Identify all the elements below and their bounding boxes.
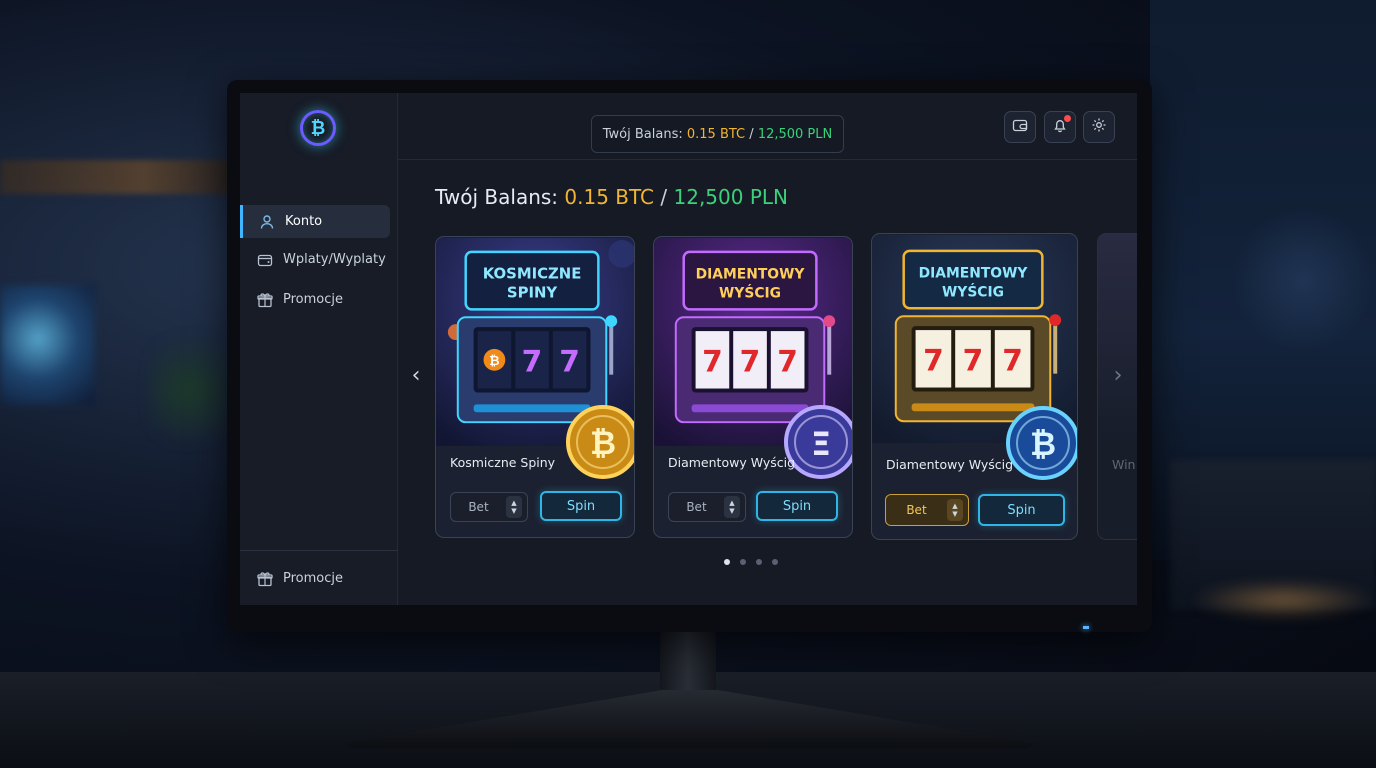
- balance-btc: 0.15 BTC: [686, 126, 746, 142]
- chevron-up-icon: ▲: [511, 499, 517, 507]
- spin-button[interactable]: Spin: [540, 491, 622, 521]
- svg-text:₿: ₿: [590, 424, 616, 462]
- gift-icon: [257, 292, 273, 308]
- sidebar-item-konto[interactable]: Konto: [240, 205, 390, 238]
- background-shelf: [0, 160, 240, 194]
- spin-label: Spin: [1007, 502, 1036, 518]
- banner-line1: KOSMICZNE: [483, 265, 582, 283]
- balance-separator: /: [749, 126, 754, 142]
- heading-pln: 12,500 PLN: [673, 185, 789, 209]
- chevron-down-icon: ▼: [511, 507, 517, 515]
- game-title: Kosmiczne Spiny: [450, 455, 556, 470]
- bet-label: Bet: [906, 503, 927, 517]
- game-card-diamentowy-wyscig-gold[interactable]: DIAMENTOWY WYŚCIG 7 7 7 ₿ Diamentowy Wyś…: [871, 233, 1078, 540]
- carousel-dot[interactable]: [772, 559, 778, 565]
- game-title: Diamentowy Wyścig: [886, 457, 1014, 472]
- banner-line2: SPINY: [507, 283, 558, 301]
- svg-text:7: 7: [777, 345, 798, 380]
- svg-text:7: 7: [963, 344, 984, 379]
- bitcoin-logo-icon[interactable]: ₿: [300, 110, 336, 146]
- chevron-down-icon: ▼: [952, 510, 958, 518]
- bitcoin-coin-icon: ₿: [566, 405, 634, 479]
- sidebar-item-label: Konto: [285, 214, 323, 229]
- bet-label: Bet: [468, 500, 489, 514]
- svg-text:7: 7: [1002, 344, 1023, 379]
- carousel-pagination: [724, 559, 778, 565]
- background-city-lights: [1230, 210, 1376, 350]
- banner-line2: WYŚCIG: [719, 283, 781, 301]
- heading-label: Twój Balans:: [435, 185, 559, 209]
- carousel-prev-button[interactable]: ‹: [408, 362, 424, 388]
- balance-label: Twój Balans:: [602, 126, 683, 142]
- banner-line1: DIAMENTOWY: [696, 267, 806, 283]
- bet-input[interactable]: Bet ▲ ▼: [885, 494, 969, 526]
- slot-machine-art-partial: [1098, 234, 1137, 444]
- chevron-up-icon: ▲: [729, 499, 735, 507]
- bet-stepper[interactable]: ▲ ▼: [947, 499, 963, 521]
- background-lamp-glow: [1190, 580, 1376, 620]
- chevron-up-icon: ▲: [952, 502, 958, 510]
- bet-stepper[interactable]: ▲ ▼: [506, 496, 522, 518]
- sidebar-item-promocje[interactable]: Promocje: [240, 283, 390, 316]
- svg-text:₿: ₿: [489, 354, 499, 369]
- carousel-dot[interactable]: [740, 559, 746, 565]
- bitcoin-coin-icon: ₿: [1006, 406, 1077, 480]
- sidebar-divider: [240, 550, 397, 551]
- user-icon: [259, 214, 275, 230]
- spin-button[interactable]: Spin: [978, 494, 1065, 526]
- spin-label: Spin: [782, 498, 812, 514]
- game-card-kosmiczne-spiny[interactable]: KOSMICZNE SPINY ₿ 7 7 ₿ Kosmiczne Spiny …: [435, 236, 635, 538]
- balance-pln: 12,500 PLN: [757, 126, 833, 142]
- notification-badge: [1064, 115, 1071, 122]
- svg-text:7: 7: [702, 345, 723, 380]
- bet-input[interactable]: Bet ▲ ▼: [450, 492, 528, 522]
- bet-input[interactable]: Bet ▲ ▼: [668, 492, 746, 522]
- settings-button[interactable]: [1083, 111, 1115, 143]
- game-card-diamentowy-wyscig[interactable]: DIAMENTOWY WYŚCIG 7 7 7 Ξ Diamentowy Wyś…: [653, 236, 853, 538]
- carousel-dot[interactable]: [724, 559, 730, 565]
- sidebar-item-label: Wplaty/Wyplaty: [283, 252, 386, 267]
- svg-text:7: 7: [559, 345, 580, 380]
- background-tv: [0, 285, 95, 405]
- banner-line1: DIAMENTOWY: [919, 266, 1029, 282]
- sidebar-item-label: Promocje: [283, 292, 343, 307]
- svg-text:7: 7: [522, 345, 543, 380]
- gear-icon: [1091, 117, 1107, 137]
- sidebar-footer-promocje[interactable]: Promocje: [240, 562, 390, 595]
- wallet-icon: [1012, 117, 1028, 137]
- background-plant: [150, 320, 230, 460]
- chevron-left-icon: ‹: [411, 362, 421, 388]
- banner-line2: WYŚCIG: [942, 282, 1004, 300]
- carousel-dot[interactable]: [756, 559, 762, 565]
- gift-icon: [257, 571, 273, 587]
- svg-text:Ξ: Ξ: [811, 425, 831, 463]
- spin-label: Spin: [566, 498, 596, 514]
- notifications-button[interactable]: [1044, 111, 1076, 143]
- svg-text:₿: ₿: [1030, 425, 1056, 463]
- heading-separator: /: [660, 185, 668, 209]
- game-card-partial[interactable]: Win: [1097, 233, 1137, 540]
- chevron-down-icon: ▼: [729, 507, 735, 515]
- game-title: Win: [1112, 457, 1136, 472]
- svg-text:7: 7: [740, 345, 761, 380]
- power-led: [1083, 626, 1089, 629]
- wallet-icon: [257, 252, 273, 268]
- spin-button[interactable]: Spin: [756, 491, 838, 521]
- wallet-button[interactable]: [1004, 111, 1036, 143]
- page-title: Twój Balans: 0.15 BTC / 12,500 PLN: [435, 185, 788, 209]
- monitor-stand-neck: [660, 620, 716, 700]
- balance-pill: Twój Balans: 0.15 BTC / 12,500 PLN: [591, 115, 844, 153]
- sidebar: ₿ Konto Wplaty/Wyplaty Promocje Promocje: [240, 93, 398, 605]
- bet-label: Bet: [686, 500, 707, 514]
- topbar: Twój Balans: 0.15 BTC / 12,500 PLN: [397, 93, 1137, 160]
- app-screen: ₿ Konto Wplaty/Wyplaty Promocje Promocje…: [240, 93, 1137, 605]
- sidebar-item-wplaty[interactable]: Wplaty/Wyplaty: [240, 243, 390, 276]
- svg-text:7: 7: [923, 344, 944, 379]
- sidebar-item-label: Promocje: [283, 571, 343, 586]
- game-title: Diamentowy Wyścig: [668, 455, 796, 470]
- heading-btc: 0.15 BTC: [564, 185, 655, 209]
- bet-stepper[interactable]: ▲ ▼: [724, 496, 740, 518]
